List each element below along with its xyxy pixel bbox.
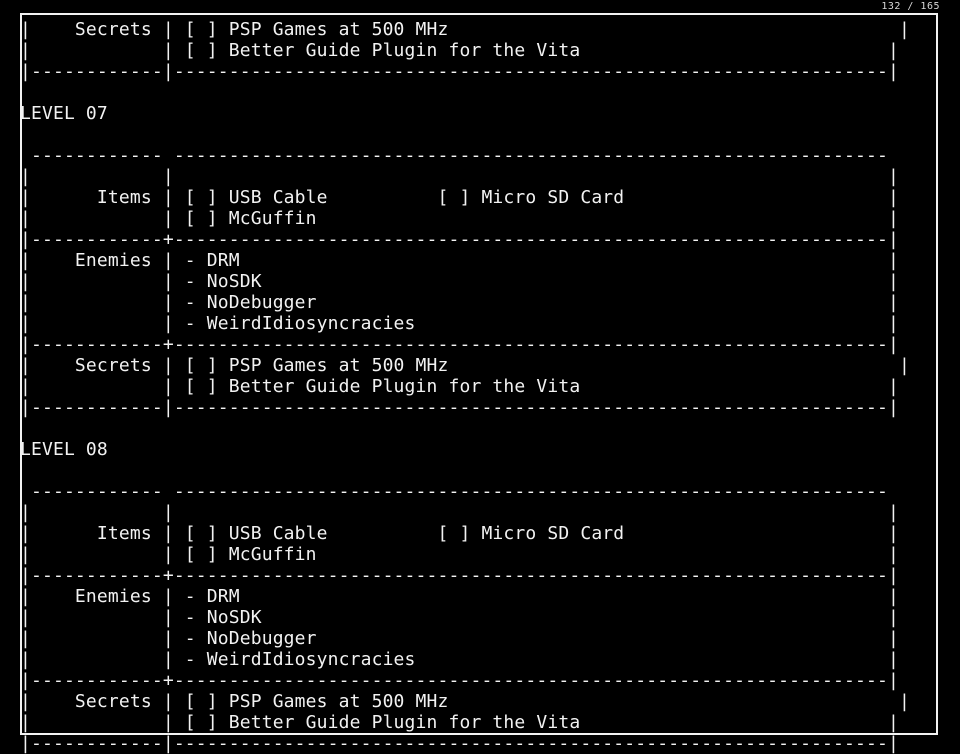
terminal-text: | Secrets | [ ] PSP Games at 500 MHz | | … xyxy=(20,19,910,754)
items-row: | | [ ] McGuffin | xyxy=(20,544,899,565)
table-rule: ------------ ---------------------------… xyxy=(20,481,888,502)
secrets-row: | | [ ] Better Guide Plugin for the Vita… xyxy=(20,712,899,733)
level-title: LEVEL 08 xyxy=(20,439,108,460)
level-title: LEVEL 07 xyxy=(20,103,108,124)
table-rule: |------------|--------------------------… xyxy=(20,397,899,418)
enemies-row: | | - WeirdIdiosyncracies | xyxy=(20,649,899,670)
enemies-row: | | - WeirdIdiosyncracies | xyxy=(20,313,899,334)
items-row: | | [ ] McGuffin | xyxy=(20,208,899,229)
page-counter: 132 / 165 xyxy=(881,1,940,12)
items-row: | Items | [ ] USB Cable [ ] Micro SD Car… xyxy=(20,187,899,208)
table-rule: |------------+--------------------------… xyxy=(20,670,899,691)
spacer-row: | | | xyxy=(20,502,899,523)
secrets-row: | | [ ] Better Guide Plugin for the Vita… xyxy=(20,376,899,397)
enemies-row: | Enemies | - DRM | xyxy=(20,586,899,607)
enemies-row: | | - NoDebugger | xyxy=(20,292,899,313)
table-rule: |------------+--------------------------… xyxy=(20,229,899,250)
enemies-row: | | - NoSDK | xyxy=(20,607,899,628)
secrets-row: | Secrets | [ ] PSP Games at 500 MHz | xyxy=(20,355,910,376)
secrets-row: | Secrets | [ ] PSP Games at 500 MHz | xyxy=(20,691,910,712)
table-rule: |------------+--------------------------… xyxy=(20,334,899,355)
enemies-row: | | - NoSDK | xyxy=(20,271,899,292)
table-rule: |------------|--------------------------… xyxy=(20,733,899,754)
table-rule: |------------+--------------------------… xyxy=(20,565,899,586)
table-rule: |------------|--------------------------… xyxy=(20,61,899,82)
enemies-row: | Enemies | - DRM | xyxy=(20,250,899,271)
enemies-row: | | - NoDebugger | xyxy=(20,628,899,649)
spacer-row: | | | xyxy=(20,166,899,187)
secrets-row: | | [ ] Better Guide Plugin for the Vita… xyxy=(20,40,899,61)
table-rule: ------------ ---------------------------… xyxy=(20,145,888,166)
secrets-row: | Secrets | [ ] PSP Games at 500 MHz | xyxy=(20,19,910,40)
items-row: | Items | [ ] USB Cable [ ] Micro SD Car… xyxy=(20,523,899,544)
